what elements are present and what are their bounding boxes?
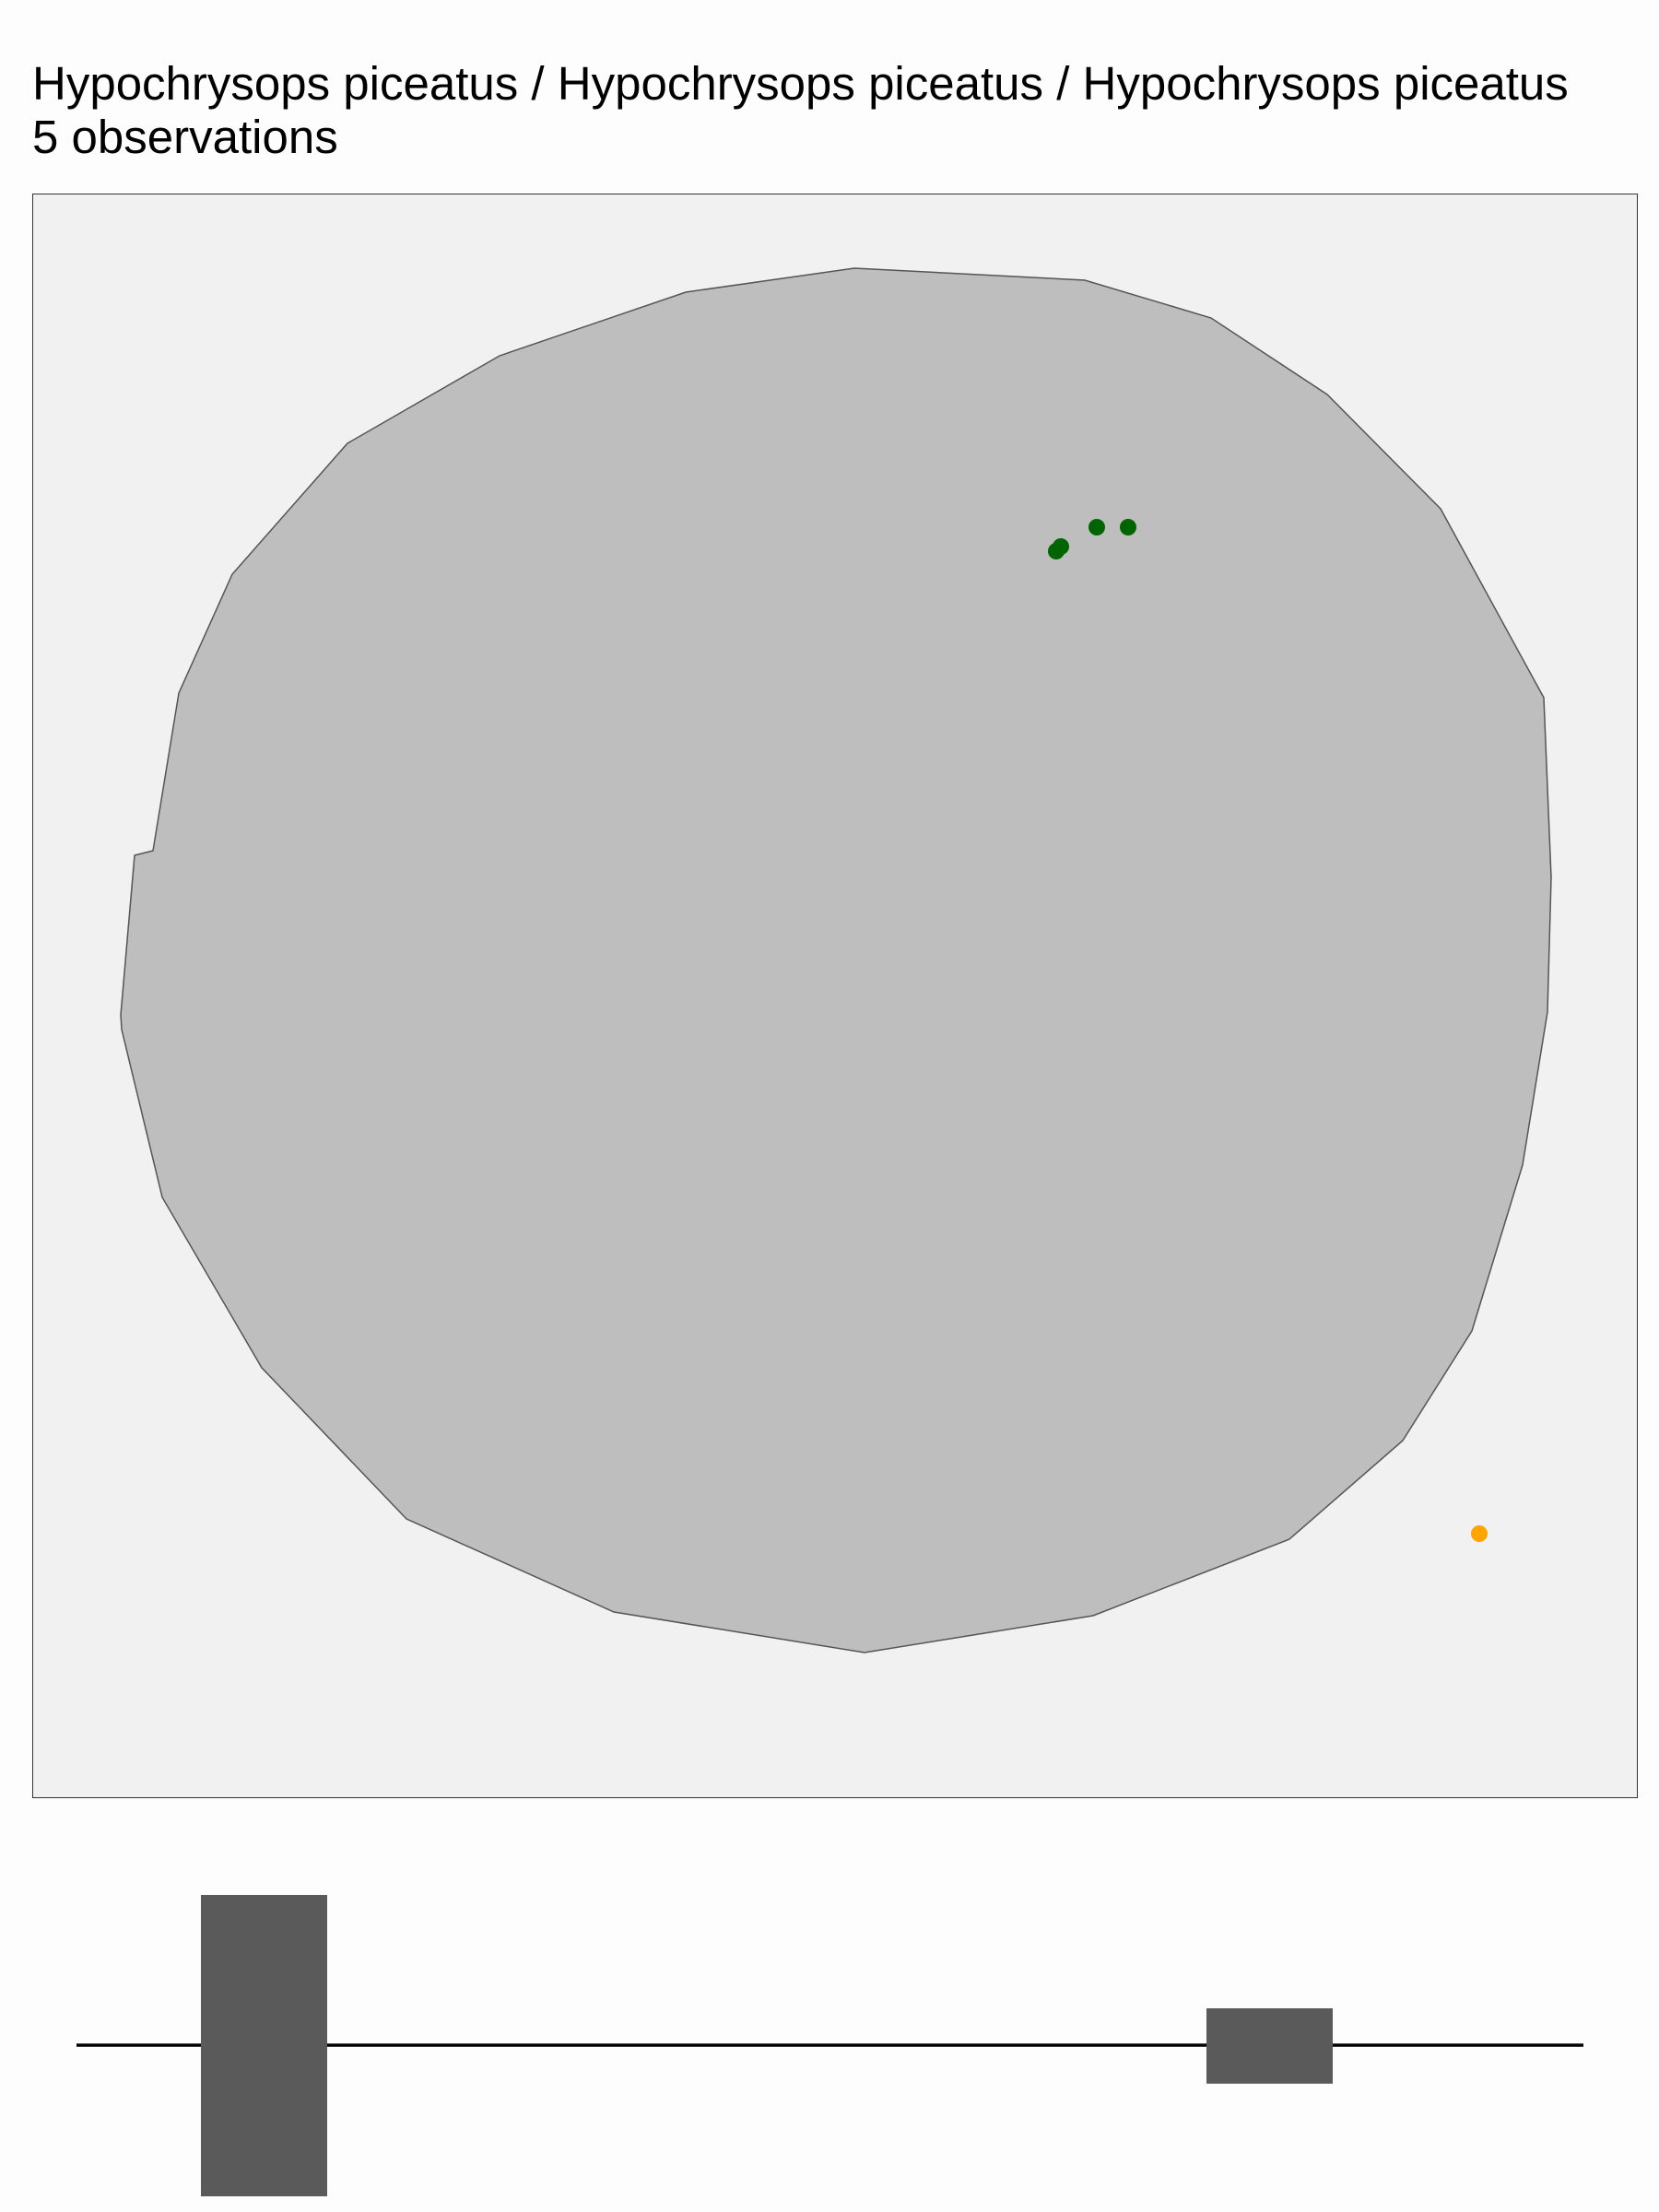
observation-point[interactable] [1088, 519, 1105, 535]
timeline-chart [76, 1895, 1583, 2196]
map-title: Hypochrysops piceatus / Hypochrysops pic… [32, 57, 1569, 110]
landmass [120, 267, 1552, 1653]
timeline-bar [1206, 2008, 1333, 2084]
title-block: Hypochrysops piceatus / Hypochrysops pic… [32, 57, 1659, 164]
outlier-point[interactable] [1471, 1525, 1488, 1542]
observation-point[interactable] [1048, 543, 1065, 559]
map-canvas[interactable] [33, 194, 1639, 1799]
map-panel[interactable] [32, 194, 1638, 1798]
timeline-bar [201, 1895, 327, 2196]
observation-point[interactable] [1120, 519, 1136, 535]
observation-count: 5 observations [32, 111, 338, 163]
